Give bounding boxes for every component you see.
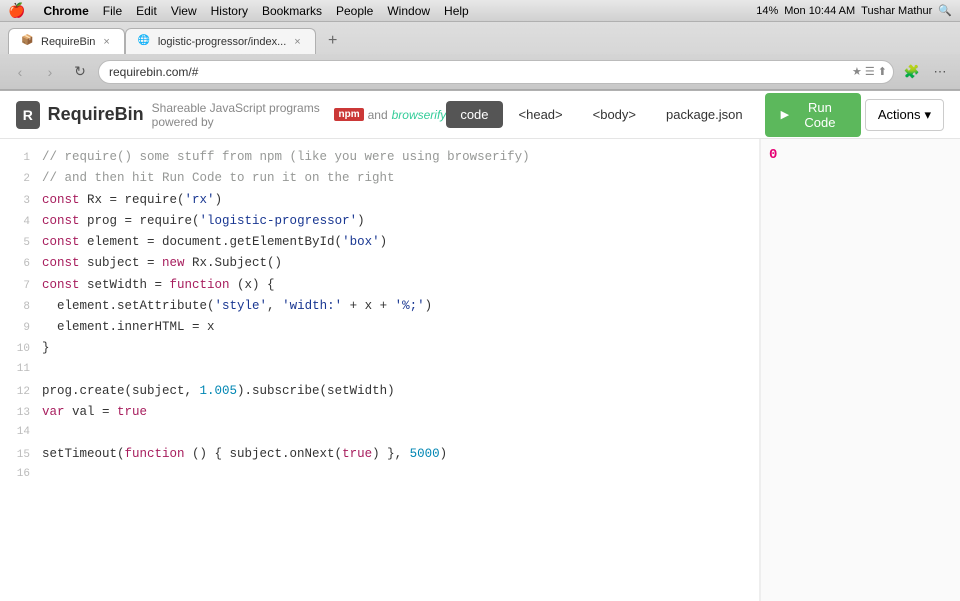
bookmark-icon[interactable]: ★ bbox=[852, 65, 862, 78]
code-line: 5const element = document.getElementById… bbox=[0, 232, 759, 253]
toolbar-right: 🧩 ⋯ bbox=[900, 60, 952, 84]
clock: Mon 10:44 AM bbox=[784, 5, 855, 17]
requirebin-header: R RequireBin Shareable JavaScript progra… bbox=[0, 91, 960, 139]
tab-title-requirebin: RequireBin bbox=[41, 36, 95, 48]
tab-title-logistic: logistic-progressor/index... bbox=[158, 36, 286, 48]
people-menu[interactable]: People bbox=[336, 4, 373, 18]
line-number: 13 bbox=[0, 404, 30, 423]
history-menu[interactable]: History bbox=[211, 4, 248, 18]
battery-status: 14% bbox=[756, 5, 778, 17]
code-line: 7const setWidth = function (x) { bbox=[0, 275, 759, 296]
line-number: 4 bbox=[0, 213, 30, 232]
new-tab-button[interactable]: + bbox=[320, 28, 346, 54]
and-text: and bbox=[368, 108, 388, 122]
line-number: 6 bbox=[0, 255, 30, 274]
address-bar: ‹ › ↻ ★ ☰ ⬆ 🧩 ⋯ bbox=[0, 54, 960, 90]
output-value: 0 bbox=[769, 147, 777, 163]
tab-logistic[interactable]: 🌐 logistic-progressor/index... × bbox=[125, 28, 316, 54]
code-line: 11 bbox=[0, 360, 759, 381]
os-menubar: 🍎 Chrome File Edit View History Bookmark… bbox=[0, 0, 960, 22]
code-area: 1// require() some stuff from npm (like … bbox=[0, 139, 960, 601]
code-line: 14 bbox=[0, 423, 759, 444]
line-number: 1 bbox=[0, 149, 30, 168]
website-container: R RequireBin Shareable JavaScript progra… bbox=[0, 91, 960, 601]
code-line: 2// and then hit Run Code to run it on t… bbox=[0, 168, 759, 189]
line-number: 15 bbox=[0, 446, 30, 465]
code-line: 1// require() some stuff from npm (like … bbox=[0, 147, 759, 168]
code-line: 8 element.setAttribute('style', 'width:'… bbox=[0, 296, 759, 317]
line-number: 8 bbox=[0, 298, 30, 317]
code-line: 4const prog = require('logistic-progress… bbox=[0, 211, 759, 232]
tab-package[interactable]: package.json bbox=[652, 101, 757, 128]
code-line: 13var val = true bbox=[0, 402, 759, 423]
view-menu[interactable]: View bbox=[171, 4, 197, 18]
logo-subtitle: Shareable JavaScript programs powered by… bbox=[152, 101, 447, 129]
tab-favicon-requirebin: 📦 bbox=[21, 35, 35, 49]
help-menu[interactable]: Help bbox=[444, 4, 469, 18]
line-number: 5 bbox=[0, 234, 30, 253]
window-menu[interactable]: Window bbox=[387, 4, 430, 18]
line-number: 7 bbox=[0, 277, 30, 296]
url-input[interactable] bbox=[109, 65, 863, 79]
forward-button[interactable]: › bbox=[38, 60, 62, 84]
tab-code[interactable]: code bbox=[446, 101, 502, 128]
bookmarks-menu[interactable]: Bookmarks bbox=[262, 4, 322, 18]
back-button[interactable]: ‹ bbox=[8, 60, 32, 84]
play-icon: ▶ bbox=[781, 108, 789, 121]
logo-icon: R bbox=[16, 101, 40, 129]
share-icon[interactable]: ⬆ bbox=[878, 65, 887, 78]
actions-button[interactable]: Actions ▾ bbox=[865, 99, 944, 131]
more-icon[interactable]: ⋯ bbox=[928, 60, 952, 84]
code-line: 12prog.create(subject, 1.005).subscribe(… bbox=[0, 381, 759, 402]
code-line: 6const subject = new Rx.Subject() bbox=[0, 253, 759, 274]
tab-close-requirebin[interactable]: × bbox=[101, 35, 111, 49]
chevron-down-icon: ▾ bbox=[924, 107, 931, 123]
run-code-label: Run Code bbox=[795, 100, 845, 130]
edit-menu[interactable]: Edit bbox=[136, 4, 157, 18]
line-number: 14 bbox=[0, 423, 30, 442]
extensions-icon[interactable]: 🧩 bbox=[900, 60, 924, 84]
line-number: 2 bbox=[0, 170, 30, 189]
line-number: 16 bbox=[0, 465, 30, 484]
output-panel: 0 bbox=[760, 139, 960, 601]
os-status-bar: 14% Mon 10:44 AM Tushar Mathur 🔍 bbox=[756, 4, 952, 17]
run-code-button[interactable]: ▶ Run Code bbox=[765, 93, 861, 137]
tab-requirebin[interactable]: 📦 RequireBin × bbox=[8, 28, 125, 54]
line-number: 9 bbox=[0, 319, 30, 338]
tab-favicon-logistic: 🌐 bbox=[138, 35, 152, 49]
browserify-text: browserify bbox=[392, 108, 447, 122]
chrome-menu[interactable]: Chrome bbox=[43, 4, 88, 18]
refresh-button[interactable]: ↻ bbox=[68, 60, 92, 84]
tab-bar: 📦 RequireBin × 🌐 logistic-progressor/ind… bbox=[0, 22, 960, 54]
code-editor[interactable]: 1// require() some stuff from npm (like … bbox=[0, 139, 760, 601]
code-line: 16 bbox=[0, 465, 759, 486]
username: Tushar Mathur bbox=[861, 5, 932, 17]
tab-close-logistic[interactable]: × bbox=[292, 35, 302, 49]
line-number: 3 bbox=[0, 192, 30, 211]
browser-chrome: 📦 RequireBin × 🌐 logistic-progressor/ind… bbox=[0, 22, 960, 91]
line-number: 11 bbox=[0, 360, 30, 379]
requirebin-logo: R RequireBin Shareable JavaScript progra… bbox=[16, 101, 446, 129]
url-bar[interactable]: ★ ☰ ⬆ bbox=[98, 60, 894, 84]
apple-menu[interactable]: 🍎 bbox=[8, 2, 25, 19]
tab-head[interactable]: <head> bbox=[505, 101, 577, 128]
code-line: 9 element.innerHTML = x bbox=[0, 317, 759, 338]
line-number: 10 bbox=[0, 340, 30, 359]
code-line: 3const Rx = require('rx') bbox=[0, 190, 759, 211]
tab-body[interactable]: <body> bbox=[579, 101, 650, 128]
header-tabs: code <head> <body> package.json bbox=[446, 101, 756, 128]
npm-badge[interactable]: npm bbox=[334, 108, 363, 121]
code-line: 10} bbox=[0, 338, 759, 359]
search-icon[interactable]: 🔍 bbox=[938, 4, 952, 17]
file-menu[interactable]: File bbox=[103, 4, 122, 18]
subtitle-prefix: Shareable JavaScript programs powered by bbox=[152, 101, 331, 129]
reader-icon[interactable]: ☰ bbox=[865, 65, 875, 78]
logo-text: RequireBin bbox=[48, 104, 144, 125]
code-line: 15setTimeout(function () { subject.onNex… bbox=[0, 444, 759, 465]
line-number: 12 bbox=[0, 383, 30, 402]
actions-label: Actions bbox=[878, 107, 921, 122]
